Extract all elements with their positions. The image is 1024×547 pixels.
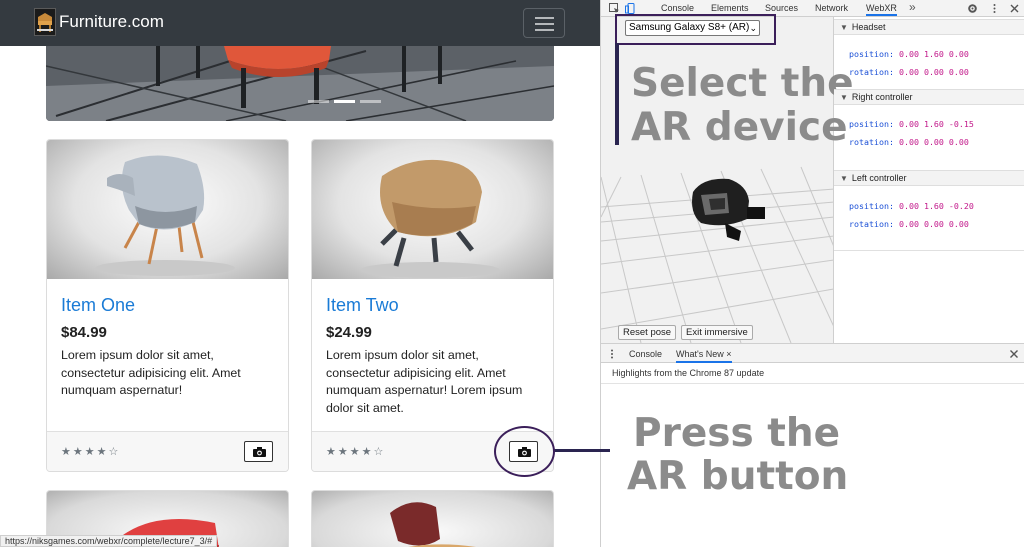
product-card: Item Two $24.99 Lorem ipsum dolor sit am… [311,139,554,472]
product-image[interactable] [312,140,553,279]
ar-camera-button[interactable] [244,441,273,462]
hero-image [46,46,554,121]
product-price: $24.99 [326,324,372,341]
right-controller-position: position: 0.00 1.60 -0.15 [849,119,974,129]
product-description: Lorem ipsum dolor sit amet, consectetur … [326,348,523,415]
close-icon[interactable] [1009,3,1020,14]
chair-image-wood [390,502,476,547]
tab-webxr[interactable]: WebXR [866,3,897,16]
star-rating: ★★★★☆ [326,446,386,458]
left-controller-rotation: rotation: 0.00 0.00 0.00 [849,219,969,229]
carousel-indicator-active[interactable] [334,100,355,103]
product-title[interactable]: Item Two [326,295,399,316]
more-tabs-button[interactable]: » [909,0,916,14]
hamburger-line [535,29,554,31]
panel-right-controller-header[interactable]: ▼ Right controller [834,89,1024,105]
panel-divider [834,250,1024,251]
device-toolbar-icon[interactable] [625,3,636,14]
card-footer: ★★★★☆ [47,431,288,471]
annotation-line [615,43,619,145]
screenshot: Furniture.com Item One $84.99 Lorem ipsu… [0,0,1024,547]
tab-close-icon[interactable]: × [726,349,731,359]
annotation-select-line1: Select the [631,61,854,106]
drawer-tab-whats-new[interactable]: What's New × [676,349,732,363]
triangle-down-icon: ▼ [840,23,848,32]
headset-position: position: 0.00 1.60 0.00 [849,49,969,59]
carousel-indicators [308,100,381,103]
drawer-tab-label: What's New [676,349,724,359]
annotation-select-line2: AR device [631,105,848,150]
chair-image-grey [95,155,235,276]
chair-image-tan [360,159,500,278]
triangle-down-icon: ▼ [840,93,848,102]
tab-network[interactable]: Network [815,3,848,13]
left-controller-position: position: 0.00 1.60 -0.20 [849,201,974,211]
tab-console[interactable]: Console [661,3,694,13]
hamburger-line [535,23,554,25]
panel-headset-header[interactable]: ▼ Headset [834,19,1024,35]
navbar: Furniture.com [0,0,600,46]
star-rating: ★★★★☆ [61,446,121,458]
product-price: $84.99 [61,324,107,341]
annotation-connector-line [553,449,610,452]
product-title[interactable]: Item One [61,295,135,316]
exit-immersive-button[interactable]: Exit immersive [681,325,753,340]
reset-pose-button[interactable]: Reset pose [618,325,677,340]
drawer-tabbar: Console What's New × [601,343,1024,363]
annotation-highlight-box [615,14,776,45]
product-description: Lorem ipsum dolor sit amet, consectetur … [61,348,241,397]
drawer-menu-icon[interactable] [610,349,614,359]
triangle-down-icon: ▼ [840,174,848,183]
gear-icon[interactable] [967,3,978,14]
whats-new-highlights: Highlights from the Chrome 87 update [612,368,765,378]
brand-name[interactable]: Furniture.com [59,12,164,32]
tab-elements[interactable]: Elements [711,3,749,13]
brand-logo-icon[interactable] [34,8,56,36]
kebab-menu-icon[interactable] [989,3,1000,14]
drawer-divider [601,383,1024,384]
inspect-element-icon[interactable] [609,3,620,14]
annotation-circle [494,426,555,477]
annotation-press-line2: AR button [627,454,849,499]
right-controller-rotation: rotation: 0.00 0.00 0.00 [849,137,969,147]
drawer-close-icon[interactable] [1009,349,1019,359]
navbar-toggle-button[interactable] [523,8,565,38]
panel-title: Right controller [851,92,913,102]
hamburger-line [535,17,554,19]
hero-carousel[interactable] [46,46,554,121]
carousel-indicator[interactable] [360,100,381,103]
panel-left-controller-header[interactable]: ▼ Left controller [834,170,1024,186]
carousel-indicator[interactable] [308,100,329,103]
annotation-press-line1: Press the [633,411,841,456]
drawer-tab-console[interactable]: Console [629,349,662,359]
status-bar-url: https://niksgames.com/webxr/complete/lec… [0,535,218,547]
camera-icon [253,447,266,457]
tab-sources[interactable]: Sources [765,3,798,13]
panel-title: Headset [851,22,886,32]
devtools-panel: Console Elements Sources Network WebXR » [600,0,1024,547]
headset-rotation: rotation: 0.00 0.00 0.00 [849,67,969,77]
panel-title: Left controller [851,173,907,183]
product-card-partial [311,490,554,547]
product-image[interactable] [47,140,288,279]
product-card: Item One $84.99 Lorem ipsum dolor sit am… [46,139,289,472]
